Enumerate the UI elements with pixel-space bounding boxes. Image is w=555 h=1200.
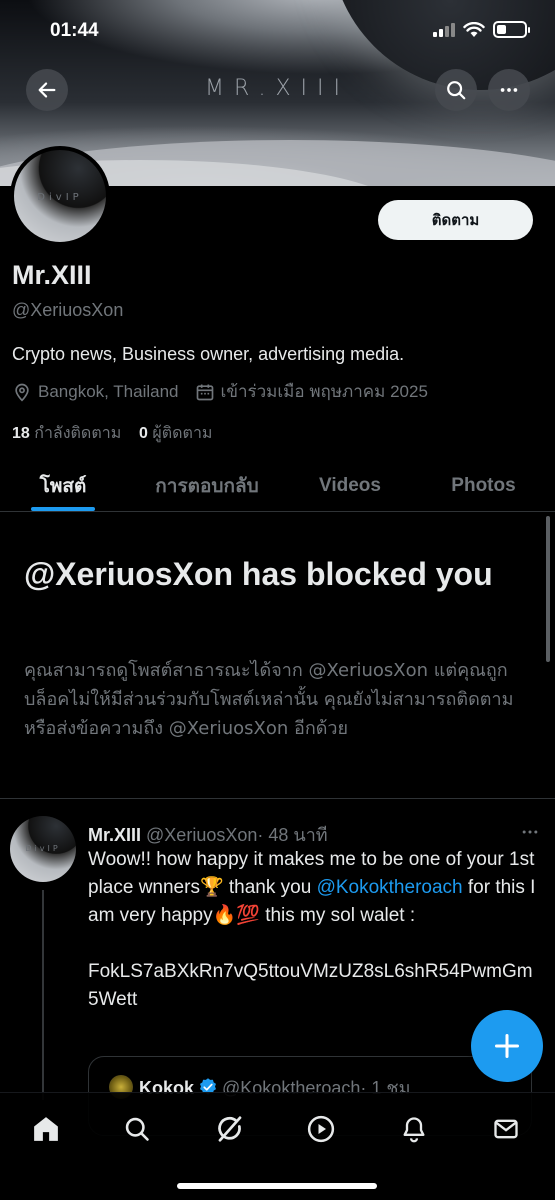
scrollbar[interactable] — [546, 516, 550, 662]
back-button[interactable] — [26, 69, 68, 111]
profile-avatar[interactable]: DivIP — [10, 146, 110, 246]
nav-video[interactable] — [301, 1111, 341, 1147]
thread-line — [42, 890, 44, 1100]
grok-icon — [218, 1116, 242, 1142]
profile-meta: Bangkok, Thailand เข้าร่วมเมือ พฤษภาคม 2… — [12, 378, 428, 405]
tweet-avatar[interactable]: DivIP — [10, 816, 76, 882]
search-button[interactable] — [435, 69, 477, 111]
profile-handle: @XeriuosXon — [12, 300, 124, 320]
search-icon — [447, 81, 466, 100]
nav-grok[interactable] — [210, 1111, 250, 1147]
home-icon — [34, 1117, 58, 1141]
tweet-header: Mr.XIII @XeriuosXon· 48 นาที — [88, 820, 328, 849]
nav-home[interactable] — [26, 1111, 66, 1147]
play-icon — [307, 1115, 335, 1143]
follow-counts: 18 กำลังติดตาม 0 ผู้ติดตาม — [12, 421, 212, 446]
location-icon — [15, 383, 29, 402]
profile-tabs: โพสต์ การตอบกลับ Videos Photos — [0, 460, 555, 512]
tweet-time: · 48 นาที — [257, 825, 328, 845]
follow-button[interactable]: ติดตาม — [378, 200, 533, 240]
signal-icon — [433, 22, 455, 37]
more-button[interactable] — [488, 69, 530, 111]
wifi-icon — [463, 21, 485, 37]
followers-link[interactable]: 0 ผู้ติดตาม — [139, 425, 212, 442]
tab-videos[interactable]: Videos — [288, 460, 412, 511]
divider — [0, 798, 555, 799]
nav-notifications[interactable] — [394, 1111, 434, 1147]
profile-location: Bangkok, Thailand — [38, 381, 179, 401]
home-indicator — [177, 1183, 377, 1189]
nav-search[interactable] — [117, 1111, 157, 1147]
battery-icon — [493, 21, 530, 38]
blocked-body: คุณสามารถดูโพสต์สาธารณะได้จาก @XeriuosXo… — [24, 660, 514, 739]
mention-link[interactable]: @Kokoktheroach — [317, 877, 463, 898]
tab-photos[interactable]: Photos — [412, 460, 555, 511]
bell-icon — [403, 1117, 425, 1143]
more-icon — [522, 830, 538, 834]
compose-button[interactable] — [471, 1010, 543, 1082]
blocked-title: @XeriuosXon has blocked you — [24, 556, 493, 592]
tweet-more-button[interactable] — [520, 822, 540, 846]
status-icons — [433, 21, 530, 38]
following-label: กำลังติดตาม — [34, 425, 122, 442]
avatar-text: DivIP — [37, 192, 83, 203]
more-icon — [500, 88, 518, 92]
search-icon — [125, 1117, 149, 1141]
nav-messages[interactable] — [486, 1111, 526, 1147]
followers-label: ผู้ติดตาม — [152, 425, 213, 442]
followers-count: 0 — [139, 425, 148, 442]
tweet-author-handle[interactable]: @XeriuosXon — [146, 825, 257, 845]
following-count: 18 — [12, 425, 30, 442]
tab-posts[interactable]: โพสต์ — [0, 460, 126, 511]
tab-replies[interactable]: การตอบกลับ — [126, 460, 288, 511]
status-time: 01:44 — [50, 20, 99, 41]
profile-bio: Crypto news, Business owner, advertising… — [12, 344, 405, 364]
mail-icon — [494, 1119, 518, 1139]
back-arrow-icon — [38, 82, 56, 98]
profile-name: Mr.XIII — [12, 260, 92, 290]
profile-joined: เข้าร่วมเมือ พฤษภาคม 2025 — [220, 382, 428, 401]
tweet-author-name[interactable]: Mr.XIII — [88, 825, 141, 845]
calendar-icon — [196, 384, 213, 400]
plus-icon — [494, 1033, 520, 1059]
wallet-address: FokLS7aBXkRn7vQ5ttouVMzUZ8sL6shR54PwmGm5… — [88, 961, 533, 1010]
following-link[interactable]: 18 กำลังติดตาม — [12, 425, 121, 442]
tweet-text: Woow!! how happy it makes me to be one o… — [88, 846, 538, 1014]
tweet-avatar-text: DivIP — [25, 844, 61, 853]
